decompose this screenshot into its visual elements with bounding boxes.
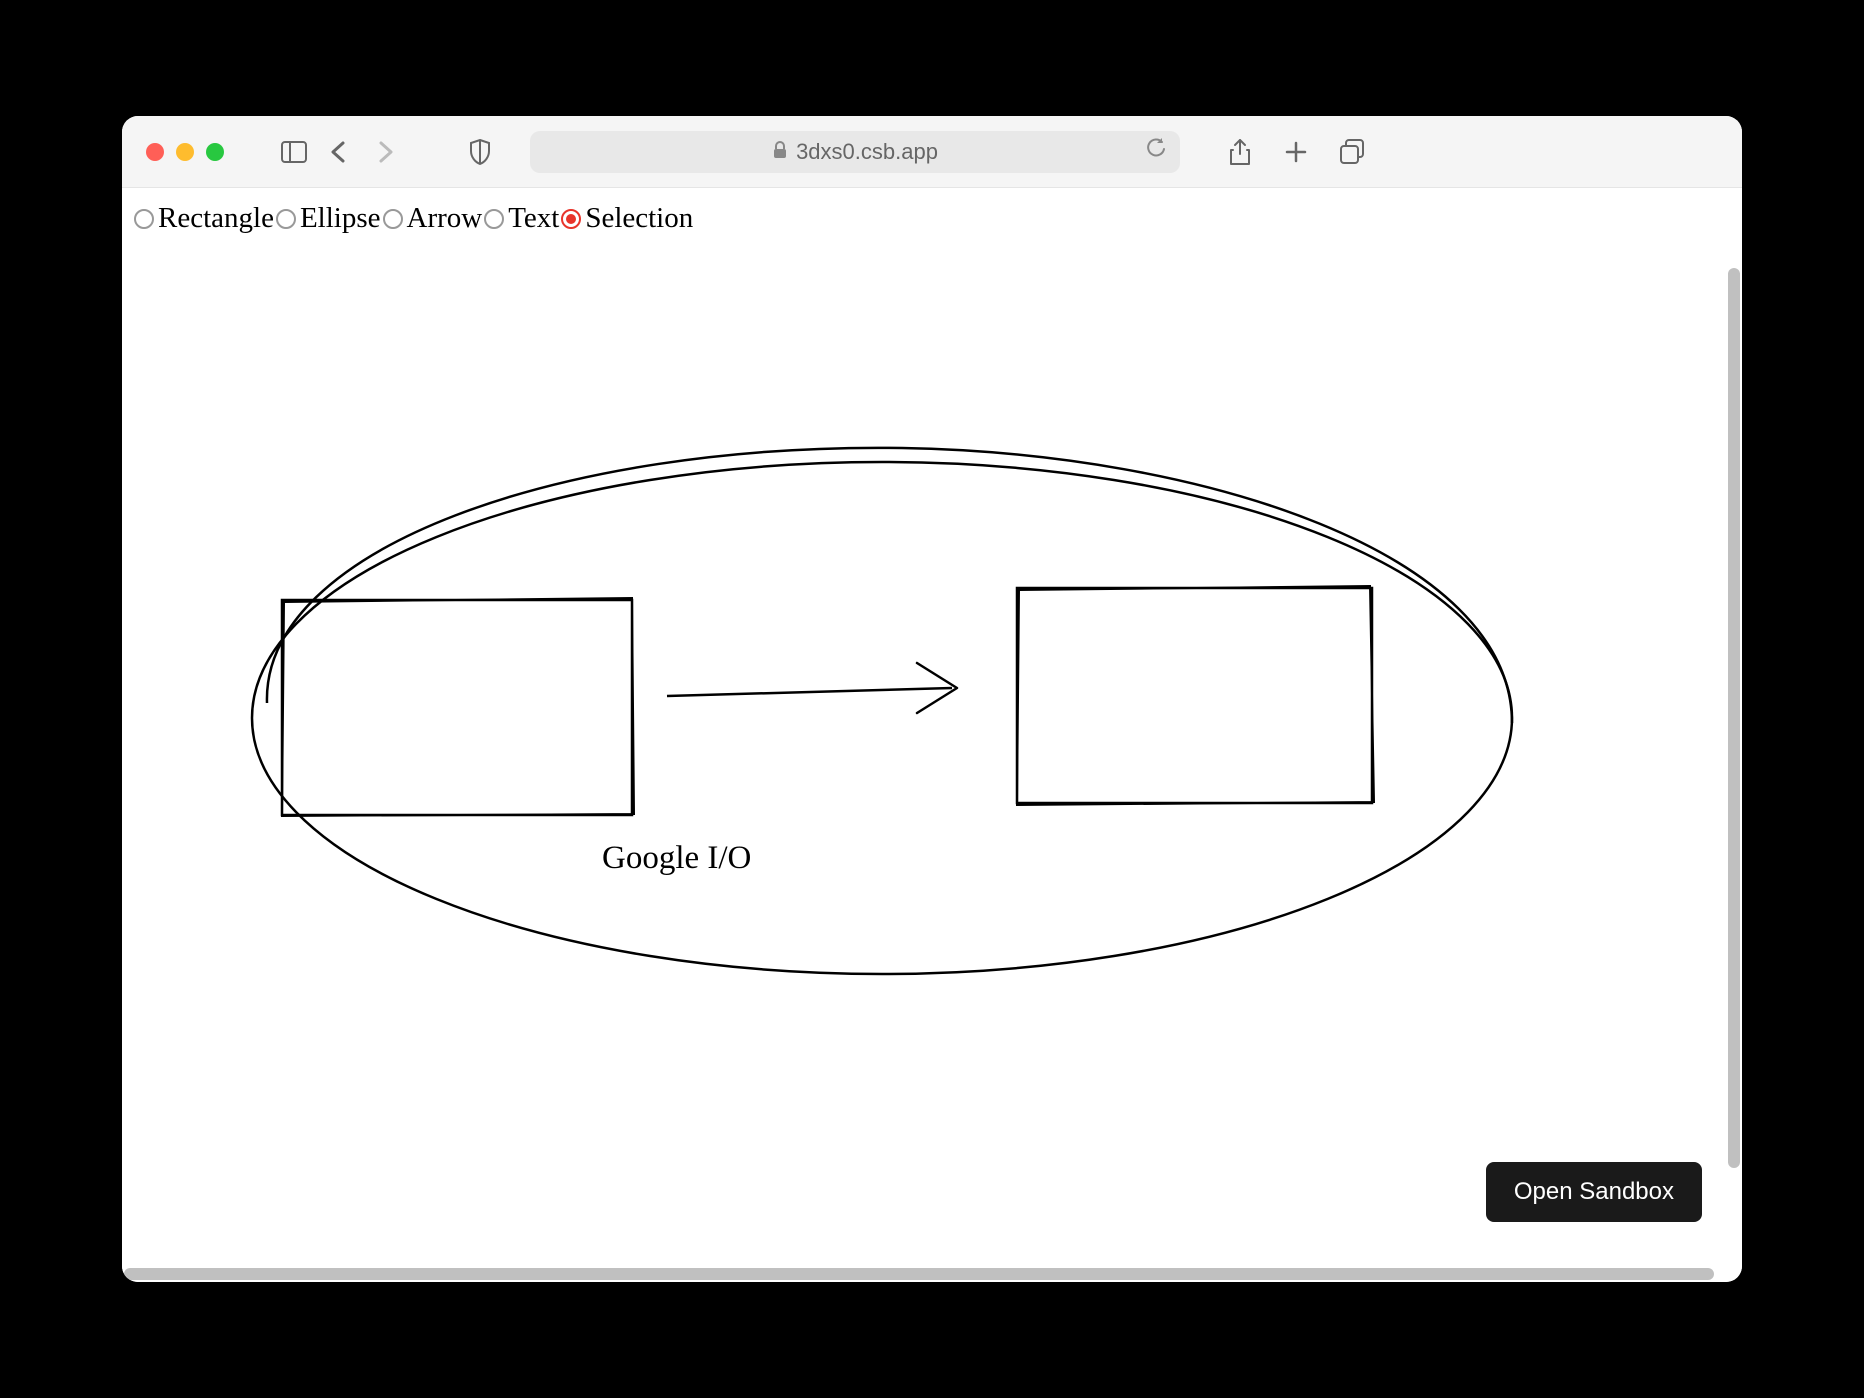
tabs-overview-icon[interactable] <box>1338 138 1366 166</box>
radio-icon <box>561 209 581 229</box>
drawing-tool-bar: Rectangle Ellipse Arrow Text Selection <box>122 188 1742 249</box>
url-bar[interactable]: 3dxs0.csb.app <box>530 131 1180 173</box>
lock-icon <box>772 139 788 165</box>
tool-label: Selection <box>585 202 693 235</box>
maximize-window-button[interactable] <box>206 143 224 161</box>
refresh-icon[interactable] <box>1146 138 1166 166</box>
tool-label: Rectangle <box>158 202 274 235</box>
minimize-window-button[interactable] <box>176 143 194 161</box>
back-button[interactable] <box>324 138 352 166</box>
radio-icon <box>484 209 504 229</box>
sketch-svg <box>122 248 1722 1148</box>
tool-label: Arrow <box>407 202 483 235</box>
forward-button[interactable] <box>372 138 400 166</box>
browser-window: 3dxs0.csb.app <box>122 116 1742 1282</box>
radio-icon <box>276 209 296 229</box>
share-icon[interactable] <box>1226 138 1254 166</box>
title-bar: 3dxs0.csb.app <box>122 116 1742 188</box>
tool-selection[interactable]: Selection <box>561 202 693 235</box>
horizontal-scrollbar[interactable] <box>124 1268 1714 1280</box>
radio-icon <box>134 209 154 229</box>
tool-label: Text <box>508 202 559 235</box>
tool-label: Ellipse <box>300 202 381 235</box>
right-toolbar-icons <box>1226 138 1366 166</box>
open-sandbox-button[interactable]: Open Sandbox <box>1486 1162 1702 1222</box>
vertical-scrollbar[interactable] <box>1728 268 1740 1168</box>
drawing-canvas[interactable]: Google I/O <box>122 248 1742 1282</box>
close-window-button[interactable] <box>146 143 164 161</box>
content-area: Rectangle Ellipse Arrow Text Selection <box>122 188 1742 1282</box>
tool-text[interactable]: Text <box>484 202 559 235</box>
url-text: 3dxs0.csb.app <box>796 139 938 165</box>
tool-rectangle[interactable]: Rectangle <box>134 202 274 235</box>
radio-icon <box>383 209 403 229</box>
tool-ellipse[interactable]: Ellipse <box>276 202 381 235</box>
canvas-text-label[interactable]: Google I/O <box>602 840 751 877</box>
sidebar-toggle-icon[interactable] <box>280 138 308 166</box>
tool-arrow[interactable]: Arrow <box>383 202 483 235</box>
new-tab-icon[interactable] <box>1282 138 1310 166</box>
nav-arrows <box>324 138 400 166</box>
traffic-lights <box>146 143 224 161</box>
shield-icon[interactable] <box>466 138 494 166</box>
